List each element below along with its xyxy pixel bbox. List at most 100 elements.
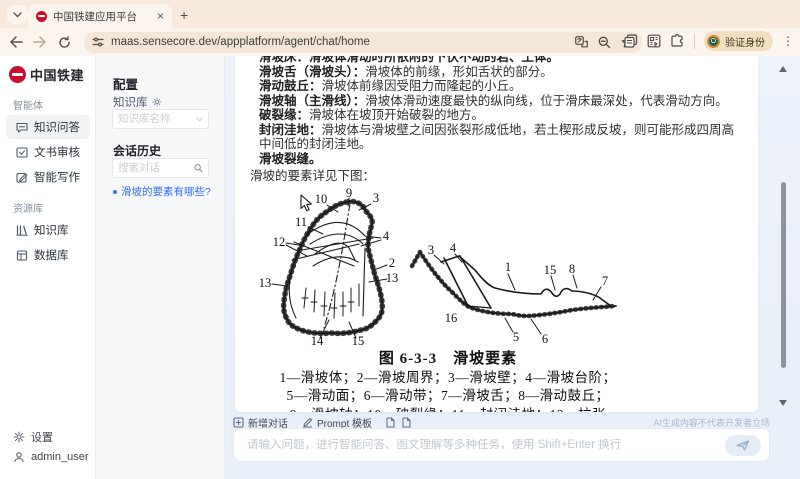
config-panel: 配置 知识库 会话历史 滑坡的要素有哪些?	[96, 56, 225, 479]
section-body	[441, 256, 611, 308]
svg-text:16: 16	[445, 311, 458, 325]
kb-gear-icon[interactable]	[152, 97, 162, 107]
definition-line: 封闭洼地：滑坡体与滑坡壁之间因张裂形成低地，若土楔形成反坡，则可能形成四周高中间…	[250, 123, 746, 152]
chat-main: 滑坡床：滑坡体滑动时所依附的下伏不动的岩、土体。 滑坡舌（滑坡头）：滑坡体的前缘…	[225, 56, 800, 479]
tab-close-icon[interactable]: ×	[157, 10, 164, 22]
assistant-message-card: 滑坡床：滑坡体滑动时所依附的下伏不动的岩、土体。 滑坡舌（滑坡头）：滑坡体的前缘…	[235, 56, 758, 412]
address-bar[interactable]: maas.sensecore.dev/appplatform/agent/cha…	[84, 32, 642, 53]
browser-actions: O 验证身份 ⋮	[624, 31, 800, 51]
gear-icon	[13, 431, 25, 443]
browser-menu-icon[interactable]: ⋮	[782, 34, 794, 48]
scroll-up-arrow[interactable]	[779, 66, 787, 72]
svg-text:13: 13	[386, 271, 399, 285]
definition-line: 破裂缘：滑坡体在坡顶开始破裂的地方。	[250, 108, 746, 123]
sidebar: 中国铁建 智能体 知识问答 文书审核 智能写作 资源库 知识库 数据库 设置	[0, 56, 96, 479]
kb-select[interactable]	[112, 109, 209, 129]
back-icon	[9, 36, 23, 48]
site-settings-icon	[92, 37, 104, 47]
send-button[interactable]	[725, 435, 761, 456]
back-button[interactable]	[4, 30, 28, 54]
settings-button[interactable]: 设置	[13, 429, 53, 445]
svg-text:3: 3	[373, 191, 379, 205]
sidebar-item-doc-review[interactable]: 文书审核	[6, 140, 90, 164]
history-search[interactable]	[112, 158, 209, 178]
user-account[interactable]: admin_user	[13, 451, 88, 463]
sidebar-item-database[interactable]: 数据库	[6, 243, 90, 267]
pencil-icon	[302, 417, 313, 428]
svg-text:13: 13	[259, 276, 272, 290]
sidebar-item-knowledge-qa[interactable]: 知识问答	[6, 115, 90, 139]
settings-label: 设置	[31, 429, 53, 445]
zoom-icon[interactable]	[598, 36, 611, 49]
document-check-icon	[16, 147, 28, 158]
definition-line: 滑坡舌（滑坡头）：滑坡体的前缘，形如舌状的部分。	[250, 65, 746, 80]
sidebar-item-label: 文书审核	[34, 144, 80, 160]
figure-caption: 图 6-3-3 滑坡要素 1—滑坡体；2—滑坡周界；3—滑坡壁；4—滑坡台阶； …	[248, 349, 648, 413]
svg-text:6: 6	[542, 332, 548, 346]
figure-caption-line: 9—滑坡轴；10—破裂缘；11—封闭洼地；12—拉张	[248, 406, 648, 413]
translate-icon[interactable]	[575, 36, 588, 48]
file-icon[interactable]	[386, 417, 395, 428]
reading-list-icon[interactable]	[624, 34, 638, 48]
scrollbar-thumb[interactable]	[781, 182, 786, 368]
svg-text:15: 15	[544, 263, 557, 277]
svg-text:11: 11	[295, 215, 307, 229]
chat-bubble-icon	[16, 122, 28, 133]
kb-label-row: 知识库	[113, 94, 162, 110]
sidebar-item-smart-writing[interactable]: 智能写作	[6, 165, 90, 189]
svg-text:3: 3	[428, 243, 434, 257]
avatar: O	[707, 35, 720, 48]
svg-text:10: 10	[315, 192, 328, 206]
crcc-logo-icon	[9, 66, 26, 83]
svg-text:15: 15	[352, 334, 365, 346]
bullet-icon	[113, 190, 117, 194]
sidebar-item-knowledge-base[interactable]: 知识库	[6, 218, 90, 242]
browser-tab[interactable]: 中国铁建应用平台 ×	[28, 4, 172, 28]
send-plane-icon	[736, 440, 750, 451]
kb-select-input[interactable]	[118, 113, 196, 125]
file-icon[interactable]	[402, 417, 411, 428]
svg-text:14: 14	[311, 334, 324, 346]
section-label-resources: 资源库	[13, 200, 43, 215]
reload-button[interactable]	[52, 30, 76, 54]
sidebar-item-label: 知识问答	[34, 119, 80, 135]
definition-line: 滑坡裂缝。	[250, 152, 746, 167]
sidebar-item-label: 智能写作	[34, 169, 80, 185]
bookshelf-icon	[16, 225, 28, 236]
url-text: maas.sensecore.dev/appplatform/agent/cha…	[111, 36, 568, 48]
chat-input[interactable]	[247, 439, 725, 451]
browser-chrome: 中国铁建应用平台 × + maas.sensecore.dev/appplatf…	[0, 0, 800, 56]
chevron-down-icon	[196, 117, 203, 122]
message-body: 滑坡床：滑坡体滑动时所依附的下伏不动的岩、土体。 滑坡舌（滑坡头）：滑坡体的前缘…	[250, 56, 746, 412]
definition-line: 滑动鼓丘：滑坡体前缘因受阻力而隆起的小丘。	[250, 79, 746, 94]
scroll-down-arrow[interactable]	[779, 400, 787, 406]
forward-button[interactable]	[28, 30, 52, 54]
config-title: 配置	[113, 74, 138, 93]
figure-caption-title: 图 6-3-3 滑坡要素	[248, 349, 648, 369]
logo-text: 中国铁建	[30, 65, 84, 84]
media-panel-icon[interactable]	[647, 34, 661, 48]
app-logo: 中国铁建	[9, 65, 84, 84]
history-item[interactable]: 滑坡的要素有哪些?	[113, 184, 211, 199]
tab-search-button[interactable]	[7, 5, 28, 24]
svg-text:5: 5	[513, 330, 519, 344]
pencil-paper-icon	[16, 172, 28, 183]
svg-text:9: 9	[346, 186, 352, 200]
history-search-input[interactable]	[118, 162, 191, 174]
figure-caption-line: 5—滑动面；6—滑动带；7—滑坡舌；8—滑动鼓丘；	[248, 387, 648, 406]
profile-label: 验证身份	[725, 34, 765, 49]
section-label-agents: 智能体	[13, 97, 43, 112]
figure-intro: 滑坡的要素详见下图：	[250, 169, 746, 184]
search-icon	[194, 163, 203, 173]
username: admin_user	[31, 451, 88, 463]
svg-text:2: 2	[389, 256, 395, 270]
svg-text:1: 1	[505, 260, 511, 274]
tab-title: 中国铁建应用平台	[53, 9, 151, 24]
tab-strip: 中国铁建应用平台 × +	[0, 0, 800, 28]
extensions-puzzle-icon[interactable]	[670, 34, 685, 48]
figure-caption-line: 1—滑坡体；2—滑坡周界；3—滑坡壁；4—滑坡台阶；	[248, 369, 648, 388]
svg-text:8: 8	[569, 262, 575, 276]
new-tab-button[interactable]: +	[180, 7, 188, 23]
profile-button[interactable]: O 验证身份	[704, 31, 773, 51]
user-icon	[13, 451, 25, 463]
